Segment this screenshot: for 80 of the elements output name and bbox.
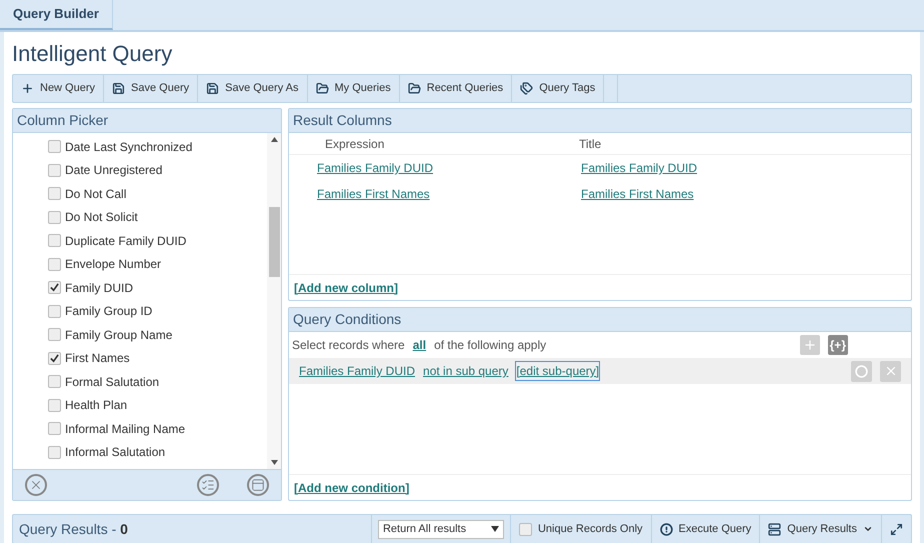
checkbox[interactable]	[48, 281, 61, 294]
checkbox[interactable]	[48, 446, 61, 459]
dropdown-arrow-icon	[490, 526, 499, 532]
column-label: Informal Mailing Name	[65, 420, 186, 438]
toolbar-button[interactable]: New Query	[13, 75, 104, 102]
column-label: Family Group Name	[65, 326, 172, 344]
toolbar-button[interactable]: My Queries	[308, 75, 400, 102]
page-title: Intelligent Query	[12, 40, 174, 68]
field-link[interactable]: Families Family DUID	[299, 362, 416, 380]
column-label: Formal Salutation	[65, 374, 160, 391]
plus-icon	[802, 338, 817, 352]
checkbox[interactable]	[48, 398, 61, 412]
checkbox[interactable]	[48, 164, 61, 177]
toolbar-button[interactable]: Recent Queries	[400, 75, 512, 102]
server-icon	[768, 522, 782, 536]
column-label: Family Group ID	[65, 303, 152, 320]
match-link[interactable]: all	[412, 336, 426, 354]
column-header: Title	[579, 136, 602, 152]
folder-icon	[316, 82, 328, 95]
results-menu-button[interactable]: Query Results	[759, 515, 881, 543]
checkbox[interactable]	[518, 522, 532, 536]
panel-header: Column Picker	[13, 109, 281, 133]
checkbox[interactable]	[48, 304, 61, 318]
unique-label: Unique Records Only	[538, 522, 643, 537]
add-condition-button[interactable]	[800, 335, 820, 355]
column-label: Informal Salutation	[65, 444, 166, 462]
expand-icon	[890, 522, 903, 536]
edit-subquery-link[interactable]: [edit sub-query]	[516, 362, 600, 380]
checkbox[interactable]	[48, 422, 61, 436]
checkbox[interactable]	[48, 258, 61, 271]
plus-icon	[21, 82, 34, 95]
add-column-link[interactable]: [Add new column]	[294, 278, 398, 296]
list-icon[interactable]	[197, 474, 219, 496]
clear-icon[interactable]	[25, 474, 47, 496]
column-label: Family DUID	[65, 280, 133, 297]
condition-prefix: Select records where	[292, 337, 405, 354]
add-group-button[interactable]: {+}	[828, 335, 848, 355]
add-condition-link[interactable]: [Add new condition]	[294, 478, 410, 496]
panel-header: Result Columns	[289, 109, 911, 133]
checkbox[interactable]	[48, 234, 61, 248]
checkbox[interactable]	[48, 328, 61, 342]
toggle-button[interactable]	[851, 360, 872, 382]
execute-button[interactable]: Execute Query	[650, 515, 760, 543]
column-label: Do Not Solicit	[65, 209, 138, 226]
expression-link[interactable]: Families First Names	[317, 187, 430, 201]
tab[interactable]: Query Builder	[0, 0, 113, 30]
column-label: Envelope Number	[65, 256, 162, 274]
toolbar-button[interactable]: Save Query	[104, 75, 198, 102]
folder-icon	[408, 82, 421, 95]
results-title: Query Results - 0	[18, 520, 129, 539]
column-label: First Names	[65, 350, 130, 368]
condition-suffix: of the following apply	[434, 337, 546, 354]
column-header: Expression	[324, 136, 386, 152]
checkbox[interactable]	[48, 375, 61, 388]
alert-icon	[660, 522, 673, 536]
checkbox[interactable]	[48, 352, 61, 365]
tags-icon	[520, 82, 534, 95]
checkbox[interactable]	[48, 210, 61, 224]
toolbar-button[interactable]: Query Tags	[512, 75, 604, 102]
panel-icon[interactable]	[247, 474, 269, 496]
title-link[interactable]: Families Family DUID	[581, 161, 698, 175]
checkbox[interactable]	[48, 187, 61, 200]
expression-link[interactable]: Families Family DUID	[317, 161, 434, 175]
column-label: Date Unregistered	[65, 162, 162, 180]
column-label: Do Not Call	[65, 186, 126, 203]
column-label: Date Last Synchronized	[65, 138, 192, 156]
delete-button[interactable]	[880, 360, 901, 382]
return-select[interactable]: Return All results	[378, 520, 504, 538]
checkbox[interactable]	[48, 140, 61, 154]
caret-icon	[863, 524, 873, 534]
toolbar-button[interactable]: Save Query As	[198, 75, 308, 102]
column-label: Health Plan	[65, 397, 128, 414]
column-label: Duplicate Family DUID	[65, 232, 186, 250]
panel-header: Query Conditions	[289, 308, 911, 332]
scroll-up-icon[interactable]	[270, 137, 278, 142]
scroll-down-icon[interactable]	[270, 460, 278, 465]
scrollbar-thumb[interactable]	[269, 207, 280, 277]
operator-link[interactable]: not in sub query	[423, 362, 508, 380]
circle-icon	[855, 364, 868, 378]
title-link[interactable]: Families First Names	[581, 187, 694, 201]
